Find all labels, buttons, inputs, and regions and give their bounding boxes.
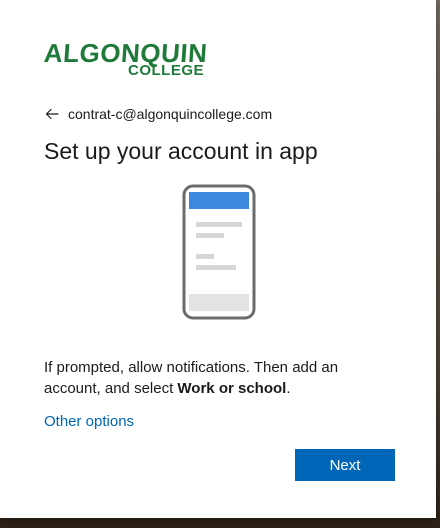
back-arrow-icon[interactable] — [44, 106, 60, 122]
other-options-link[interactable]: Other options — [44, 413, 134, 430]
page-title: Set up your account in app — [44, 138, 318, 164]
sign-in-card: ALGONQUIN COLLEGE contrat-c@algonquincol… — [0, 0, 436, 518]
algonquin-college-logo: ALGONQUIN COLLEGE — [43, 38, 214, 80]
instructions-text: If prompted, allow notifications. Then a… — [44, 357, 394, 399]
instructions-emphasis: Work or school — [177, 380, 287, 397]
phone-illustration-icon — [182, 184, 256, 320]
instructions-end: . — [286, 380, 291, 397]
logo-sub-text: COLLEGE — [128, 62, 205, 79]
identity-banner: contrat-c@algonquincollege.com — [44, 104, 272, 124]
next-button[interactable]: Next — [295, 449, 395, 481]
account-email: contrat-c@algonquincollege.com — [68, 106, 273, 122]
